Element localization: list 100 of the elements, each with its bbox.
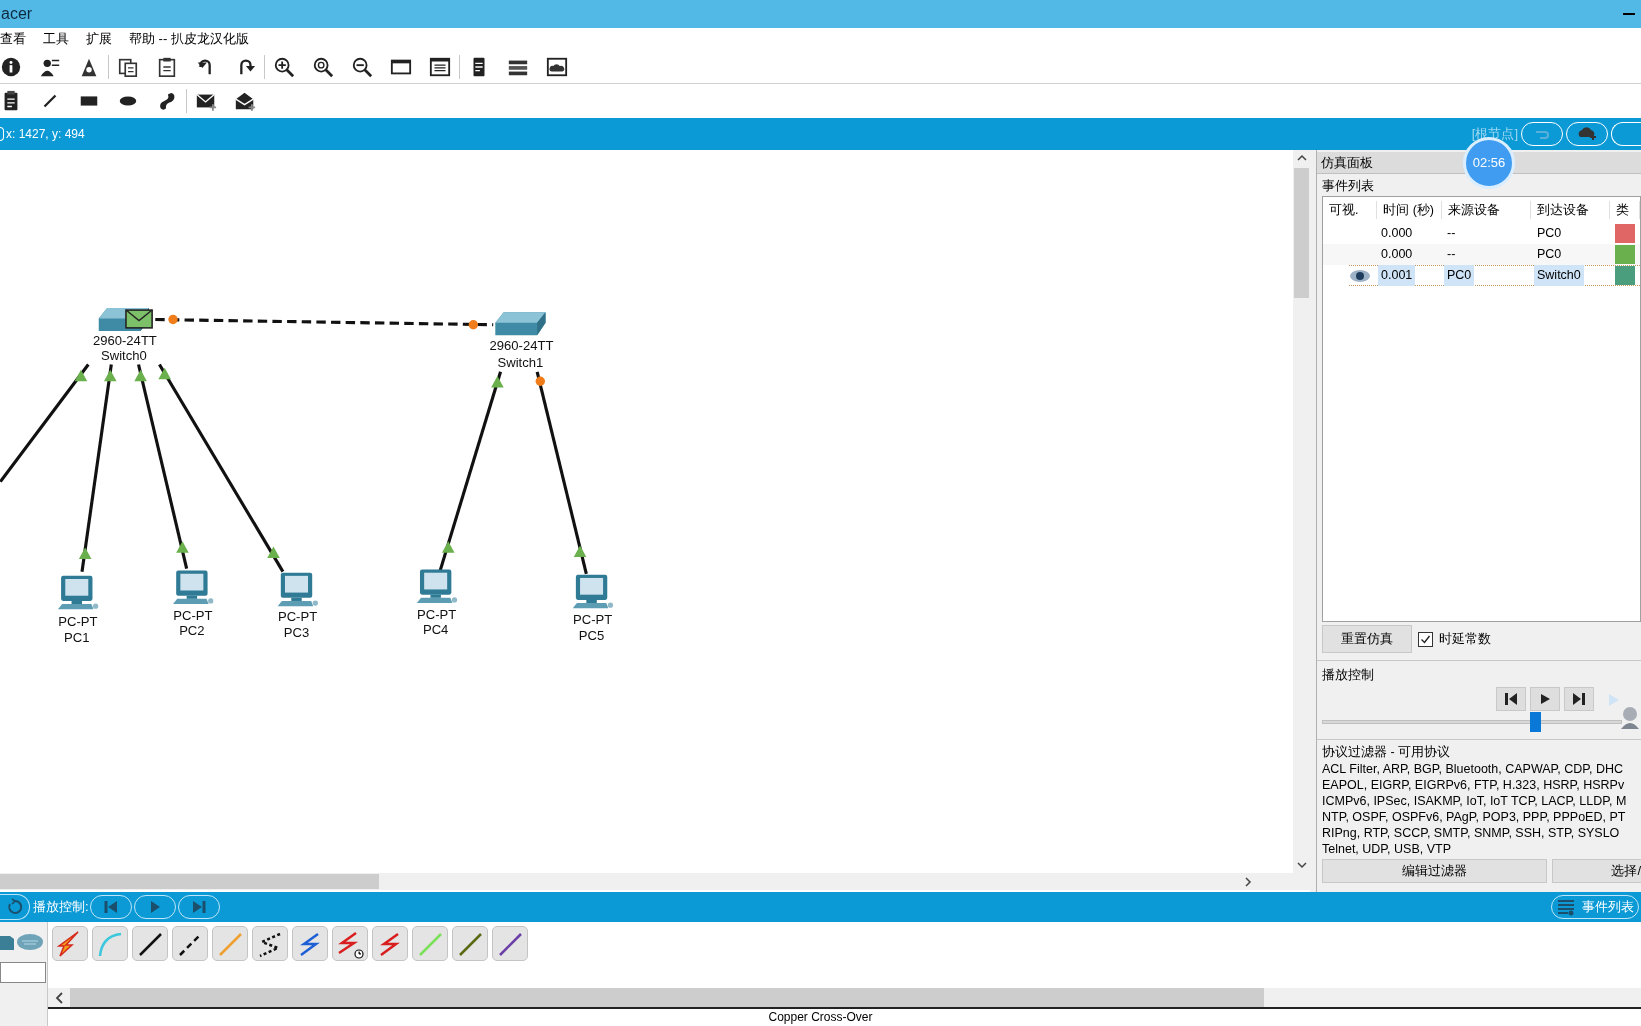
time-cell-text: 0.000 — [1380, 225, 1414, 242]
menu-item[interactable]: 帮助 -- 扒皮龙汉化版 — [129, 29, 249, 49]
device-name-label: PC1 — [64, 629, 90, 645]
cable-line[interactable] — [438, 371, 504, 573]
scrollbar-thumb[interactable] — [0, 874, 379, 889]
column-header[interactable]: 时间 (秒) — [1377, 200, 1443, 220]
column-header[interactable]: 来源设备 — [1442, 200, 1531, 220]
step-back-icon — [102, 899, 119, 915]
cloud-plus-icon — [1576, 126, 1598, 142]
protocol-list-line: ACL Filter, ARP, BGP, Bluetooth, CAPWAP, CDP, DHC — [1322, 761, 1625, 777]
menu-item[interactable]: 扩展 — [86, 29, 112, 49]
time-cell-text: 0.000 — [1380, 246, 1414, 263]
cable-line[interactable] — [0, 363, 90, 483]
horizontal-scrollbar[interactable] — [48, 988, 1641, 1007]
device-model-label: PC-PT — [173, 607, 213, 623]
pc-icon[interactable] — [57, 575, 99, 610]
device-name-label: PC4 — [422, 622, 449, 638]
step-forward-icon — [1572, 692, 1586, 706]
info-icon[interactable] — [0, 55, 22, 78]
protocol-list-line: RIPng, RTP, SCCP, SMTP, SNMP, SSH, STP, SYSLO — [1322, 825, 1621, 841]
protocol-list-line: ICMPv6, IPSec, ISAKMP, IoT, IoT TCP, LACP, LLDP, M — [1322, 793, 1628, 809]
checkbox[interactable] — [1418, 631, 1433, 647]
triangle-icon — [1608, 693, 1620, 707]
selected-tool-label: Copper Cross-Over — [768, 1009, 873, 1026]
step-back-icon — [1504, 692, 1518, 706]
scrollbar-thumb[interactable] — [1294, 168, 1309, 298]
usb-cable-icon[interactable] — [492, 926, 528, 961]
device-model-label: PC-PT — [417, 606, 457, 622]
pc-icon[interactable] — [173, 570, 214, 605]
paste-icon[interactable] — [156, 55, 178, 78]
protocol-list-line: EAPOL, EIGRP, EIGRPv6, FTP, H.323, HSRP, HSRPv — [1322, 777, 1626, 793]
horizontal-scrollbar[interactable] — [0, 873, 1310, 890]
scroll-right-icon[interactable] — [1242, 875, 1254, 888]
cable-line[interactable] — [78, 364, 117, 572]
column-header[interactable]: 可视. — [1323, 200, 1378, 220]
destination-cell: Switch0 — [1534, 265, 1584, 286]
add-complex-pdu-icon[interactable] — [234, 90, 256, 112]
select-button[interactable]: 选择/ — [1552, 859, 1641, 883]
slider-thumb[interactable] — [1530, 712, 1541, 732]
phone-cable-icon[interactable] — [252, 926, 288, 961]
source-cell-text: -- — [1446, 246, 1457, 263]
zoom-out-icon[interactable] — [351, 55, 373, 78]
cursor-coordinates: x: 1427, y: 494 — [6, 126, 85, 143]
lightning-icon[interactable] — [52, 926, 88, 961]
cable-line[interactable] — [134, 364, 189, 569]
checkbox-label: 时延常数 — [1439, 630, 1491, 649]
device-model-label: PC-PT — [58, 614, 98, 630]
step-forward-icon — [190, 899, 207, 915]
playback-label: 播放控制: — [33, 898, 89, 917]
menu-item[interactable]: 工具 — [43, 29, 69, 49]
serial-cable-icon[interactable] — [372, 926, 408, 961]
device-name-label: PC5 — [578, 627, 605, 643]
reset-simulation-button[interactable]: 重置仿真 — [1322, 625, 1412, 653]
cable-line[interactable] — [155, 314, 494, 330]
search-field[interactable] — [0, 962, 46, 983]
crossover-cable-icon[interactable] — [172, 926, 208, 961]
device-model-label: PC-PT — [573, 612, 613, 627]
protocol-list-line: NTP, OSPF, OSPFv6, PAgP, POP3, PPP, PPPoED, PT — [1322, 809, 1627, 825]
zoom-in-icon[interactable] — [273, 55, 295, 78]
column-header[interactable]: 到达设备 — [1530, 200, 1611, 220]
device-name-label: PC2 — [179, 623, 205, 639]
serial-cable-clock-icon[interactable] — [332, 926, 368, 961]
device-model-label: 2960-24TT — [92, 332, 157, 348]
straight-cable-icon[interactable] — [132, 926, 168, 961]
pc-icon[interactable] — [277, 572, 318, 607]
source-cell: PC0 — [1444, 265, 1475, 286]
device-model-label: 2960-24TT — [489, 337, 554, 353]
list-icon — [1556, 898, 1576, 916]
scroll-down-icon[interactable] — [1295, 859, 1308, 871]
iot-cable-icon[interactable] — [452, 926, 488, 961]
envelope-icon[interactable] — [125, 309, 153, 329]
menu-item[interactable]: 查看 — [0, 29, 26, 49]
pc-icon[interactable] — [572, 574, 613, 609]
column-header[interactable]: 类 — [1610, 200, 1640, 220]
section-title: 播放控制 — [1322, 666, 1375, 684]
event-row[interactable]: 0.001 PC0 Switch0 — [1349, 265, 1640, 286]
window-title: acer — [0, 4, 33, 24]
cable-line[interactable] — [535, 371, 588, 575]
zoom-reset-icon[interactable] — [312, 55, 334, 78]
device-model-label: PC-PT — [277, 608, 318, 624]
play-button[interactable] — [1530, 687, 1560, 711]
time-cell: 0.001 — [1378, 265, 1416, 286]
coax-cable-icon[interactable] — [292, 926, 328, 961]
eye-icon[interactable] — [1349, 268, 1371, 283]
list-window-icon[interactable] — [429, 55, 451, 78]
pc-icon[interactable] — [416, 569, 458, 604]
step-forward-button[interactable] — [1564, 687, 1594, 711]
step-back-button[interactable] — [1496, 687, 1526, 711]
device-name-label: Switch1 — [497, 354, 544, 370]
switch-icon[interactable] — [495, 312, 546, 336]
event-row[interactable]: 0.000 -- PC0 — [1323, 244, 1640, 265]
section-title: 事件列表 — [1322, 177, 1375, 195]
cable-line[interactable] — [158, 363, 285, 573]
playback-slider[interactable] — [1322, 712, 1622, 732]
edit-filter-button[interactable]: 编辑过滤器 — [1322, 859, 1547, 883]
destination-cell-text: PC0 — [1536, 225, 1563, 242]
cloud-window-icon[interactable] — [546, 55, 568, 78]
refresh-icon — [5, 898, 24, 916]
scrollbar-thumb[interactable] — [70, 988, 1264, 1007]
source-cell-text: -- — [1446, 225, 1457, 242]
